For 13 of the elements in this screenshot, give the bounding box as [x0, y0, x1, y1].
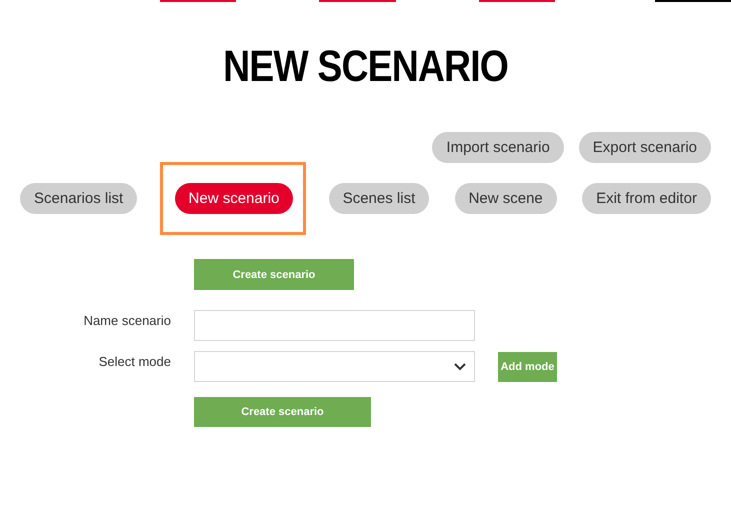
field-label: Select mode — [98, 353, 171, 369]
nav-button[interactable]: New scene — [454, 183, 557, 214]
nav-button[interactable]: Export scenario — [578, 132, 711, 163]
nav-button[interactable]: New scenario — [174, 183, 294, 214]
page-title: NEW SCENARIO — [223, 44, 508, 90]
input-field[interactable] — [194, 310, 475, 341]
nav-button[interactable]: Import scenario — [432, 132, 564, 163]
nav-button[interactable]: Exit from editor — [582, 183, 711, 214]
nav-button[interactable]: Scenes list — [328, 183, 430, 214]
nav-button[interactable]: Scenarios list — [20, 183, 138, 214]
field-label: Name scenario — [84, 312, 171, 328]
chevron-down-icon — [454, 362, 466, 370]
mode-select[interactable] — [194, 351, 475, 382]
